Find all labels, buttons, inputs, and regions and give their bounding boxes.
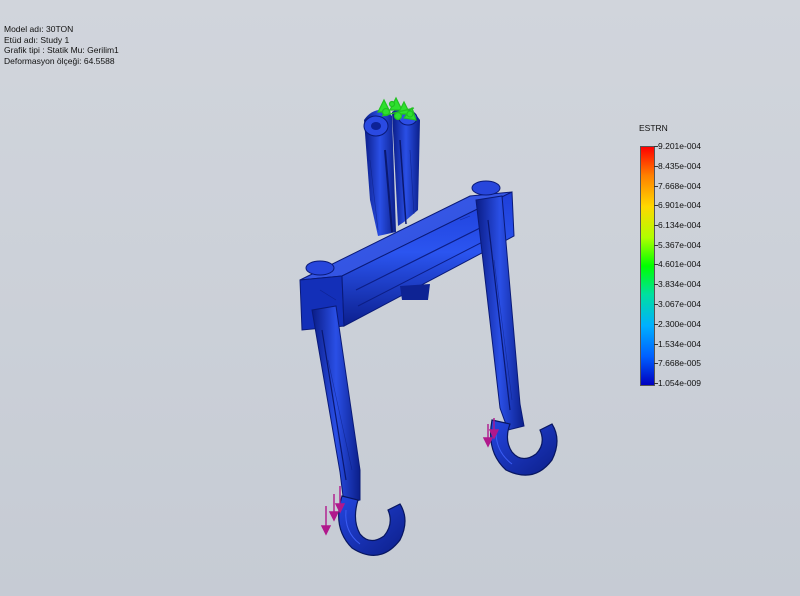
legend-label: 9.201e-004 xyxy=(658,141,702,151)
color-legend: ESTRN 9.201e-004 8.435e-004 7.668e-004 6… xyxy=(630,120,740,392)
legend-title: ESTRN xyxy=(639,123,668,133)
legend-label: 7.668e-005 xyxy=(658,358,702,368)
right-hook xyxy=(490,419,558,476)
legend-label: 6.901e-004 xyxy=(658,200,702,210)
legend-color-bar xyxy=(640,146,655,386)
legend-label: 4.601e-004 xyxy=(658,259,702,269)
legend-label: 1.054e-009 xyxy=(658,378,702,388)
legend-label: 3.067e-004 xyxy=(658,299,702,309)
legend-label: 2.300e-004 xyxy=(658,319,702,329)
legend-label: 6.134e-004 xyxy=(658,220,702,230)
legend-label: 3.834e-004 xyxy=(658,279,702,289)
left-arm xyxy=(311,305,361,505)
right-arm xyxy=(475,195,525,431)
legend-label: 7.668e-004 xyxy=(658,181,702,191)
legend-label: 1.534e-004 xyxy=(658,339,702,349)
left-hook xyxy=(338,495,406,556)
legend-label: 5.367e-004 xyxy=(658,240,702,250)
legend-label: 8.435e-004 xyxy=(658,161,702,171)
